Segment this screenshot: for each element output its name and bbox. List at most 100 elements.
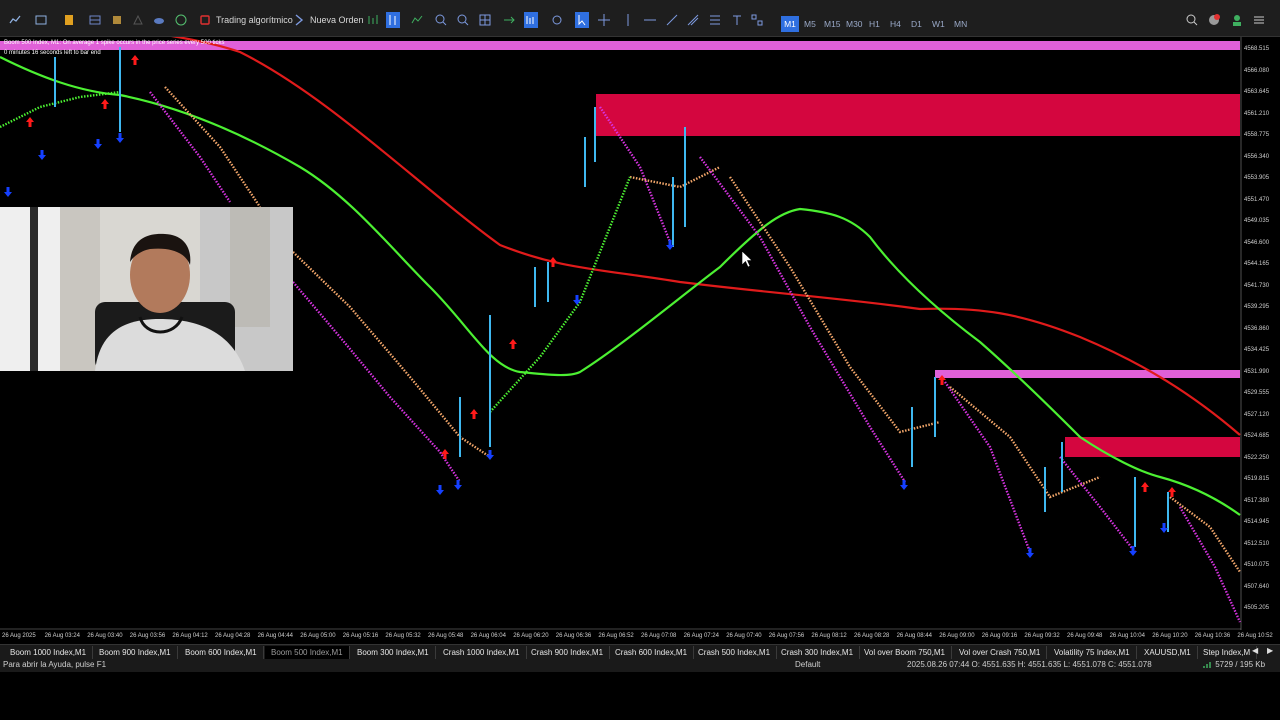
- tab-symbol[interactable]: Vol over Crash 750,M1: [953, 646, 1048, 659]
- price-label: 4544.165: [1244, 261, 1270, 267]
- time-axis: 26 Aug 2025 26 Aug 03:24 26 Aug 03:40 26 Au…: [0, 630, 1280, 644]
- supply-zone-lower: [1065, 437, 1240, 457]
- supply-zone-upper: [596, 94, 1240, 136]
- horizontal-line-icon[interactable]: [643, 12, 657, 28]
- tab-symbol[interactable]: Vol over Boom 750,M1: [858, 646, 952, 659]
- tab-symbol[interactable]: Step Index,M: [1197, 646, 1258, 659]
- buy-arrow-icon: [38, 150, 46, 160]
- shapes-icon[interactable]: [750, 12, 764, 28]
- cursor-icon[interactable]: [575, 12, 589, 28]
- timeframe-m1[interactable]: M1: [781, 16, 799, 32]
- tab-symbol[interactable]: Boom 500 Index,M1: [265, 646, 350, 659]
- account-icon[interactable]: [1230, 12, 1244, 28]
- time-label: 26 Aug 04:44: [257, 633, 293, 639]
- algo-trading-button[interactable]: Trading algorítmico: [198, 12, 293, 28]
- tab-symbol[interactable]: Crash 1000 Index,M1: [437, 646, 527, 659]
- tab-symbol[interactable]: Boom 300 Index,M1: [351, 646, 436, 659]
- navigator-icon[interactable]: [110, 12, 124, 28]
- tab-symbol[interactable]: Crash 500 Index,M1: [692, 646, 778, 659]
- tab-symbol[interactable]: Boom 1000 Index,M1: [4, 646, 94, 659]
- timeframe-w1[interactable]: W1: [932, 16, 945, 32]
- time-label: 26 Aug 06:20: [513, 633, 549, 639]
- fibonacci-icon[interactable]: [708, 12, 722, 28]
- buy-arrow-icon: [116, 133, 124, 143]
- price-label: 4505.205: [1244, 605, 1270, 611]
- chart-symbol-info: Boom 500 Index, M1: On average 1 spike o…: [4, 40, 225, 46]
- price-label: 4531.990: [1244, 368, 1270, 375]
- timeframe-m5[interactable]: M5: [804, 16, 816, 32]
- buy-arrow-icon: [1026, 548, 1034, 558]
- toolbar: Trading algorítmico Nueva Orden M1 M5 M15 M…: [0, 0, 1280, 37]
- pink-zone: [935, 370, 1240, 378]
- line-chart-icon[interactable]: [410, 12, 424, 28]
- time-label: 26 Aug 05:00: [300, 633, 336, 639]
- time-label: 26 Aug 07:56: [768, 633, 805, 639]
- tab-symbol[interactable]: Crash 900 Index,M1: [525, 646, 611, 659]
- time-label: 26 Aug 04:28: [215, 633, 251, 639]
- grid-icon[interactable]: [478, 12, 492, 28]
- tab-next-button[interactable]: ▶: [1267, 646, 1273, 655]
- time-label: 26 Aug 04:12: [172, 633, 208, 639]
- timeframe-m15[interactable]: M15: [824, 16, 841, 32]
- price-label: 4507.640: [1244, 583, 1270, 590]
- data-window-icon[interactable]: [88, 12, 102, 28]
- connection-icon: [1203, 661, 1211, 668]
- buy-arrow-icon: [900, 480, 908, 490]
- timeframe-d1[interactable]: D1: [911, 16, 922, 32]
- status-traffic: 5729 / 195 Kb: [1203, 660, 1265, 669]
- templates-icon[interactable]: [34, 12, 48, 28]
- timeframe-h4[interactable]: H4: [890, 16, 901, 32]
- price-label: 4524.685: [1244, 433, 1270, 439]
- zoom-out-icon[interactable]: [456, 12, 470, 28]
- symbol-tabs: Step Index,M XAUUSD,M1 Volatility 75 Index…: [0, 644, 1280, 659]
- trendline-icon[interactable]: [665, 12, 679, 28]
- time-label: 26 Aug 10:04: [1109, 633, 1145, 639]
- time-label: 26 Aug 09:32: [1024, 633, 1060, 639]
- cloud-icon[interactable]: [152, 12, 166, 28]
- text-icon[interactable]: [730, 12, 744, 28]
- signals-icon[interactable]: [174, 12, 188, 28]
- sell-arrow-icon: [1168, 487, 1176, 497]
- time-label: 26 Aug 06:36: [555, 633, 592, 639]
- mouse-cursor-icon: [741, 250, 753, 268]
- sell-arrow-icon: [549, 257, 557, 267]
- tab-symbol[interactable]: Crash 600 Index,M1: [609, 646, 695, 659]
- buy-arrow-icon: [436, 485, 444, 495]
- pitchfork-icon[interactable]: [686, 12, 700, 28]
- market-watch-icon[interactable]: [62, 12, 76, 28]
- price-label: 4519.815: [1244, 476, 1270, 482]
- zoom-in-icon[interactable]: [434, 12, 448, 28]
- price-label: 4512.510: [1244, 540, 1270, 547]
- crosshair-icon[interactable]: [597, 12, 611, 28]
- depth-icon[interactable]: [366, 12, 380, 28]
- tab-symbol[interactable]: Volatility 75 Index,M1: [1048, 646, 1137, 659]
- tab-symbol[interactable]: Boom 600 Index,M1: [179, 646, 264, 659]
- tab-prev-button[interactable]: ◀: [1252, 646, 1258, 655]
- tab-symbol[interactable]: Boom 900 Index,M1: [93, 646, 178, 659]
- tab-symbol[interactable]: XAUUSD,M1: [1138, 646, 1198, 659]
- chart-shift-icon[interactable]: [524, 12, 538, 28]
- price-label: 4558.775: [1244, 132, 1270, 138]
- indicators-icon[interactable]: [550, 12, 564, 28]
- chart-type-icon[interactable]: [8, 12, 22, 28]
- price-label: 4514.945: [1244, 519, 1270, 525]
- search-icon[interactable]: [1185, 12, 1199, 28]
- timeframe-mn[interactable]: MN: [954, 16, 967, 32]
- strategy-tester-icon[interactable]: [131, 12, 145, 28]
- menu-icon[interactable]: [1252, 12, 1266, 28]
- new-order-button[interactable]: Nueva Orden: [292, 12, 364, 28]
- time-label: 26 Aug 09:00: [939, 633, 975, 639]
- price-label: 4568.515: [1244, 46, 1270, 52]
- timeframe-h1[interactable]: H1: [869, 16, 880, 32]
- price-label: 4566.080: [1244, 67, 1270, 74]
- notification-icon[interactable]: [1207, 12, 1221, 28]
- time-label: 26 Aug 07:40: [726, 633, 762, 639]
- new-order-label: Nueva Orden: [310, 15, 364, 25]
- timeframe-m30[interactable]: M30: [846, 16, 863, 32]
- vertical-line-icon[interactable]: [621, 12, 635, 28]
- tab-symbol[interactable]: Crash 300 Index,M1: [775, 646, 861, 659]
- autoscroll-icon[interactable]: [502, 12, 516, 28]
- status-profile[interactable]: Default: [795, 660, 820, 669]
- bar-chart-icon[interactable]: [386, 12, 400, 28]
- algo-trading-label: Trading algorítmico: [216, 15, 293, 25]
